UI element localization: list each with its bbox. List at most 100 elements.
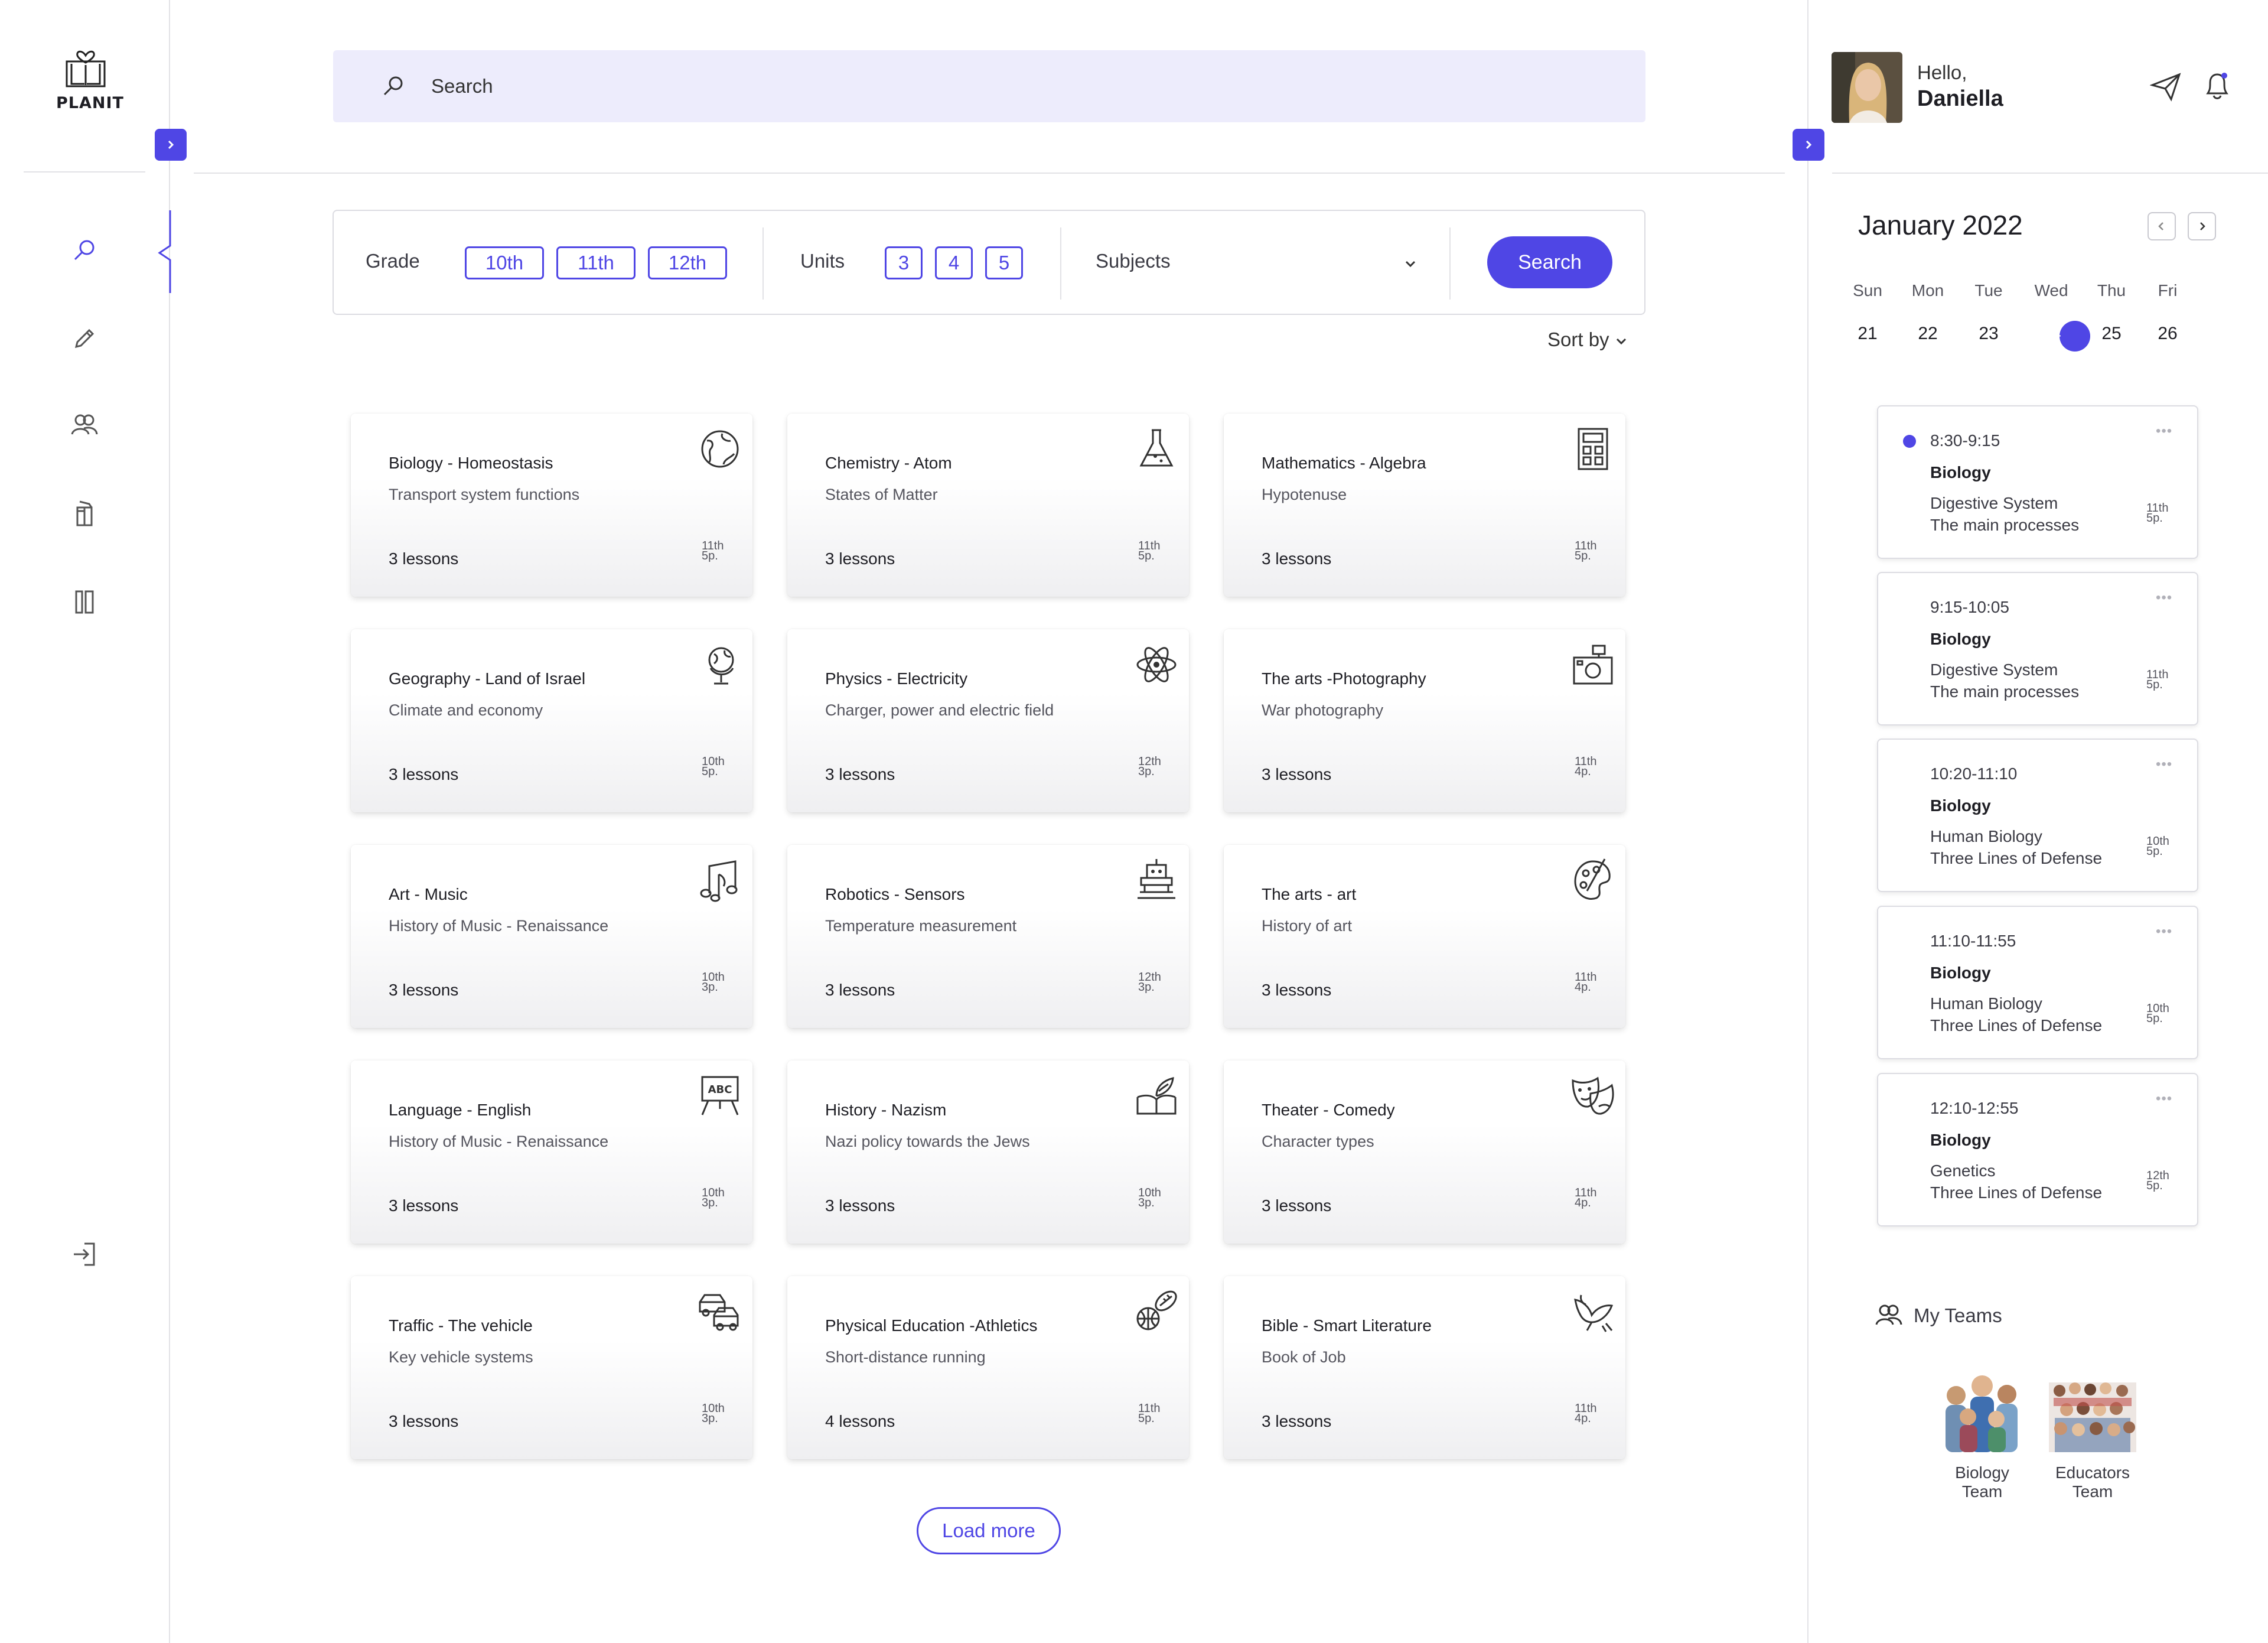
card-lessons: 4 lessons (825, 1412, 895, 1430)
nav-teams[interactable] (69, 409, 100, 441)
card-meta: 10th 3p. (702, 1187, 725, 1209)
more-options-icon[interactable]: ••• (2156, 756, 2172, 773)
lesson-card[interactable]: The arts - art History of art 3 lessons 11t… (1224, 845, 1625, 1028)
lesson-card[interactable]: Biology - Homeostasis Transport system fu… (351, 414, 752, 597)
lesson-card[interactable]: Mathematics - Algebra Hypotenuse 3 lessons… (1224, 414, 1625, 597)
nav-edit[interactable] (69, 323, 100, 354)
lesson-card[interactable]: Bible - Smart Literature Book of Job 3 les… (1224, 1276, 1625, 1459)
divider (1832, 173, 2268, 174)
event-subject: Biology (1930, 1131, 1991, 1149)
lesson-card[interactable]: Physical Education -Athletics Short-dista… (787, 1276, 1189, 1459)
card-units: 5p. (1138, 1412, 1155, 1425)
nav-search[interactable] (69, 235, 100, 267)
grade-chip-10th[interactable]: 10th (465, 246, 544, 279)
camera-icon (1573, 645, 1613, 685)
grade-chip-12th[interactable]: 12th (648, 246, 727, 279)
team-biology[interactable]: Biology Team (1938, 1365, 2026, 1501)
lesson-card[interactable]: Physics - Electricity Charger, power and … (787, 629, 1189, 812)
units-chip-4[interactable]: 4 (935, 246, 973, 279)
lesson-card[interactable]: Geography - Land of Israel Climate and ec… (351, 629, 752, 812)
lesson-card[interactable]: Chemistry - Atom States of Matter 3 lesson… (787, 414, 1189, 597)
header-divider (194, 173, 1785, 174)
card-meta: 12th 3p. (1138, 756, 1161, 777)
event-subject: Biology (1930, 630, 1991, 648)
book-stack-icon (76, 500, 93, 526)
user-name: Daniella (1917, 86, 2003, 111)
calendar-day[interactable]: 23 (1965, 324, 2012, 344)
logout-button[interactable] (69, 1238, 100, 1270)
avatar[interactable] (1832, 52, 1902, 123)
send-icon[interactable] (2150, 72, 2182, 102)
card-title: Traffic - The vehicle (389, 1316, 533, 1335)
calendar-day[interactable]: 26 (2144, 324, 2191, 344)
schedule-item[interactable]: ••• 10:20-11:10 Biology Human Biology Three … (1877, 738, 2198, 892)
card-meta: 10th 3p. (702, 1403, 725, 1424)
card-units: 3p. (702, 1196, 718, 1209)
card-meta: 11th 5p. (702, 540, 724, 562)
avatar-photo (1832, 52, 1902, 123)
nav-library[interactable] (69, 497, 100, 529)
lesson-card[interactable]: Traffic - The vehicle Key vehicle systems… (351, 1276, 752, 1459)
event-topic: Human Biology (1930, 994, 2042, 1013)
expand-right-button[interactable] (1793, 129, 1824, 161)
card-units: 4p. (1575, 1412, 1591, 1425)
schedule-item[interactable]: ••• 12:10-12:55 Biology Genetics Three Lines… (1877, 1073, 2198, 1226)
lesson-card[interactable]: ABC Language - English History of Music - … (351, 1060, 752, 1244)
filter-bar: Grade 10th 11th 12th Units 3 4 5 Subject… (333, 210, 1645, 315)
active-nav-indicator (158, 210, 171, 293)
card-units: 3p. (1138, 981, 1155, 994)
grade-chip-11th[interactable]: 11th (556, 246, 636, 279)
calendar-day[interactable]: 22 (1904, 324, 1951, 344)
load-more-button[interactable]: Load more (917, 1507, 1061, 1554)
search-bar[interactable]: Search (333, 50, 1645, 122)
search-input[interactable]: Search (431, 75, 493, 97)
event-units: 5p. (2146, 1012, 2163, 1025)
nav-columns[interactable] (69, 586, 100, 618)
lesson-card[interactable]: Art - Music History of Music - Renaissanc… (351, 845, 752, 1028)
calendar-prev-button[interactable] (2148, 212, 2176, 240)
sort-dropdown[interactable]: Sort by (1547, 328, 1628, 351)
lesson-card[interactable]: History - Nazism Nazi policy towards the … (787, 1060, 1189, 1244)
svg-text:ABC: ABC (708, 1084, 732, 1096)
event-subtopic: Three Lines of Defense (1930, 1016, 2103, 1034)
units-chip-5[interactable]: 5 (985, 246, 1023, 279)
team-name-line2: Team (1961, 1482, 2003, 1501)
calendar-day[interactable]: 25 (2088, 324, 2135, 344)
card-lessons: 3 lessons (825, 549, 895, 568)
event-subtopic: The main processes (1930, 682, 2080, 701)
schedule-item[interactable]: ••• 9:15-10:05 Biology Digestive System The … (1877, 572, 2198, 725)
card-lessons: 3 lessons (1262, 981, 1332, 999)
lesson-card[interactable]: Robotics - Sensors Temperature measuremen… (787, 845, 1189, 1028)
schedule-item[interactable]: ••• 11:10-11:55 Biology Human Biology Three … (1877, 906, 2198, 1059)
bell-icon[interactable] (2202, 70, 2233, 102)
more-options-icon[interactable]: ••• (2156, 1091, 2172, 1107)
schedule-item[interactable]: ••• 8:30-9:15 Biology Digestive System The m… (1877, 405, 2198, 559)
calculator-icon (1578, 428, 1608, 470)
more-options-icon[interactable]: ••• (2156, 923, 2172, 940)
card-lessons: 3 lessons (825, 981, 895, 999)
flask-icon (1139, 429, 1174, 467)
event-subtopic: Three Lines of Defense (1930, 849, 2103, 867)
lesson-card[interactable]: The arts -Photography War photography 3 le… (1224, 629, 1625, 812)
expand-left-button[interactable] (155, 129, 187, 161)
card-meta: 11th 5p. (1138, 1403, 1160, 1425)
units-chip-3[interactable]: 3 (885, 246, 923, 279)
card-subtitle: Transport system functions (389, 486, 580, 503)
divider (1449, 227, 1451, 300)
lesson-card[interactable]: Theater - Comedy Character types 3 lessons… (1224, 1060, 1625, 1244)
subjects-dropdown[interactable]: Subjects (1096, 240, 1426, 288)
card-lessons: 3 lessons (389, 549, 459, 568)
event-meta: 12th 5p. (2146, 1170, 2169, 1192)
card-title: The arts - art (1262, 885, 1357, 903)
app-logo[interactable]: PLANIT (56, 47, 123, 112)
columns-icon (75, 590, 94, 614)
calendar-next-button[interactable] (2188, 212, 2216, 240)
desk-globe-icon (708, 647, 734, 685)
team-educators[interactable]: Educators Team (2048, 1365, 2137, 1501)
calendar-day[interactable]: 21 (1844, 324, 1891, 344)
calendar-day[interactable]: 24 (2028, 324, 2075, 344)
search-button[interactable]: Search (1487, 236, 1612, 288)
card-units: 5p. (1138, 549, 1155, 562)
more-options-icon[interactable]: ••• (2156, 423, 2172, 440)
more-options-icon[interactable]: ••• (2156, 590, 2172, 606)
